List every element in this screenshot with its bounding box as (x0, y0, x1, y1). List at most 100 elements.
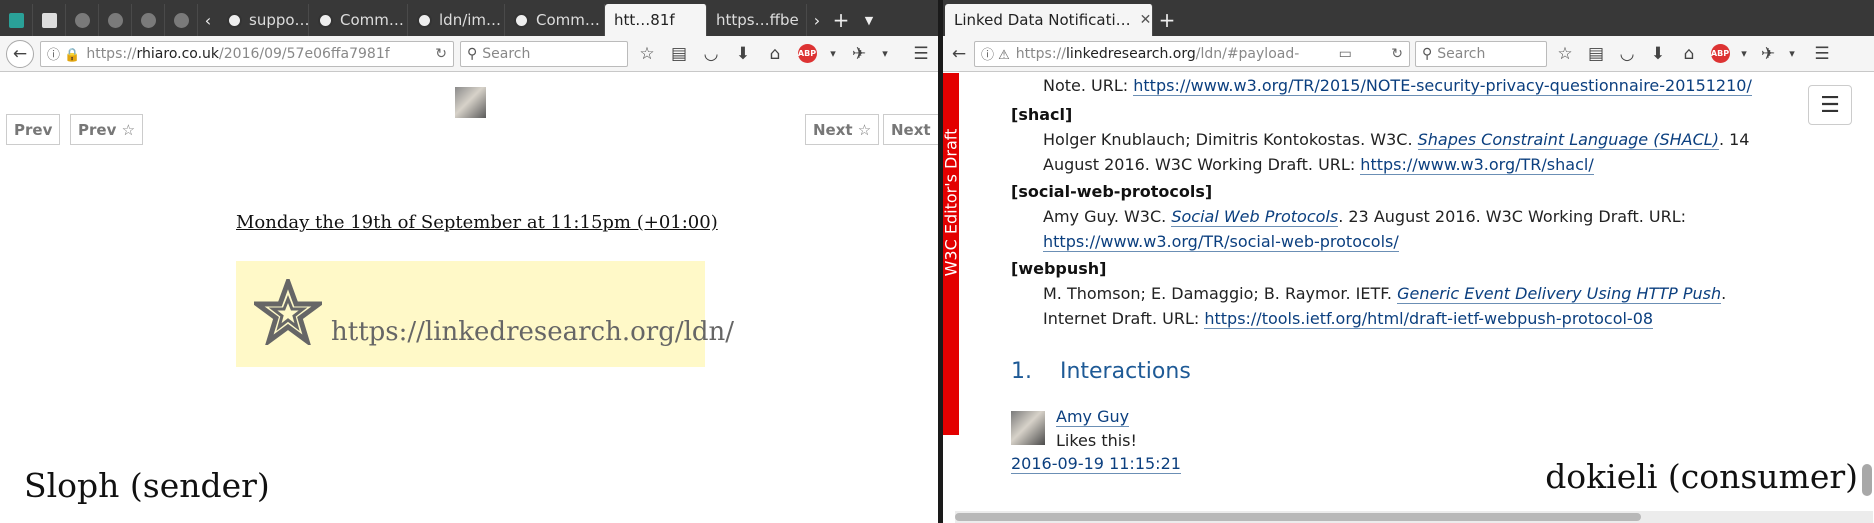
url-bar[interactable]: ⓘ 🔒 https://rhiaro.co.uk/2016/09/57e06ff… (40, 40, 454, 67)
info-warning-icon: ⓘ ⚠ (981, 48, 1010, 63)
chevron-down-icon[interactable]: ▾ (1786, 41, 1798, 67)
tab-label: htt…81f (614, 11, 675, 29)
horizontal-scrollbar[interactable] (955, 511, 1873, 523)
adblock-icon[interactable]: ABP (1707, 41, 1733, 67)
reading-list-icon[interactable]: ▤ (1583, 41, 1609, 67)
ref-body-shacl: Holger Knublauch; Dimitris Kontokostas. … (1011, 127, 1771, 177)
search-icon: ⚲ (1422, 45, 1433, 62)
search-placeholder: Search (482, 45, 531, 62)
tab-list-icon[interactable]: ▼ (855, 4, 883, 36)
tab-strip: Linked Data Notificati… ✕ + (943, 0, 1874, 36)
tab-pinned-4[interactable] (99, 4, 132, 36)
ref-title-link[interactable]: Generic Event Delivery Using HTTP Push (1397, 284, 1722, 304)
interaction-author-link[interactable]: Amy Guy (1056, 407, 1130, 427)
ref-title-link[interactable]: Shapes Constraint Language (SHACL) (1417, 130, 1719, 150)
bookmark-star-icon[interactable]: ☆ (634, 41, 660, 67)
liked-url-link[interactable]: https://linkedresearch.org/ldn/ (331, 317, 734, 347)
pocket-icon[interactable]: ◡ (1614, 41, 1640, 67)
tab-pinned-6[interactable] (165, 4, 198, 36)
adblock-icon[interactable]: ABP (794, 41, 820, 67)
back-arrow-icon[interactable]: ← (6, 39, 34, 68)
extension-icon[interactable]: ✈ (846, 41, 872, 67)
tab-label: suppo… (249, 11, 309, 29)
new-tab-icon[interactable]: + (827, 4, 855, 36)
firefox-icon (74, 12, 90, 28)
hamburger-menu-icon[interactable]: ☰ (908, 41, 934, 67)
home-icon[interactable]: ⌂ (762, 41, 788, 67)
tabs-scroll-left-icon[interactable]: ‹ (198, 4, 218, 36)
back-arrow-icon[interactable]: ← (949, 41, 969, 67)
document-menu-button[interactable]: ☰ (1808, 85, 1852, 125)
info-lock-icon: ⓘ 🔒 (47, 48, 81, 63)
firefox-icon (8, 12, 24, 28)
hamburger-menu-icon: ☰ (1820, 92, 1840, 118)
close-tab-icon[interactable]: ✕ (1140, 12, 1152, 28)
pocket-icon[interactable]: ◡ (698, 41, 724, 67)
tabs-scroll-right-icon[interactable]: › (807, 4, 827, 36)
next-star-button[interactable]: Next ☆ (805, 114, 880, 145)
ref-title-link[interactable]: Social Web Protocols (1171, 207, 1339, 227)
tab-label: Comm… (536, 11, 600, 29)
url-host: linkedresearch.org (1065, 45, 1196, 62)
chevron-down-icon[interactable]: ▾ (826, 41, 840, 67)
hamburger-menu-icon[interactable]: ☰ (1809, 41, 1835, 67)
ref-body-social-web-protocols: Amy Guy. W3C. Social Web Protocols. 23 A… (1011, 204, 1771, 254)
url-bar[interactable]: ⓘ ⚠ https://linkedresearch.org/ldn/#payl… (974, 40, 1410, 67)
avatar[interactable] (455, 87, 486, 118)
star-icon (254, 279, 322, 345)
tab-pinned-3[interactable] (66, 4, 99, 36)
ref-text: M. Thomson; E. Damaggio; B. Raymor. IETF… (1043, 284, 1398, 303)
firefox-icon (173, 12, 189, 28)
like-post-box: https://linkedresearch.org/ldn/ (236, 261, 734, 367)
home-icon[interactable]: ⌂ (1676, 41, 1702, 67)
tab-strip: ‹ suppo… Comm… ldn/im… Comm… htt…81f htt… (0, 0, 938, 36)
next-button[interactable]: Next (883, 114, 938, 145)
post-date-link[interactable]: Monday the 19th of September at 11:15pm … (236, 212, 718, 233)
page-content: Prev Prev ☆ Next ☆ Next Monday the 19th … (0, 73, 938, 523)
left-browser-window: ‹ suppo… Comm… ldn/im… Comm… htt…81f htt… (0, 0, 938, 523)
ref-key-webpush: [webpush] (1011, 259, 1107, 278)
prev-button[interactable]: Prev (6, 114, 61, 145)
ref-url-link[interactable]: https://www.w3.org/TR/social-web-protoco… (1043, 232, 1399, 252)
interaction-date-link[interactable]: 2016-09-19 11:15:21 (1011, 454, 1181, 474)
tab-github-4[interactable]: Comm… (505, 4, 605, 36)
chevron-down-icon[interactable]: ▾ (878, 41, 892, 67)
tab-pinned-2[interactable] (33, 4, 66, 36)
new-tab-icon[interactable]: + (1153, 4, 1181, 36)
tab-pinned-5[interactable] (132, 4, 165, 36)
consumer-caption: dokieli (consumer) (1545, 457, 1858, 496)
ref-url-link[interactable]: https://tools.ietf.org/html/draft-ietf-w… (1204, 309, 1654, 329)
search-input[interactable]: ⚲ Search (1415, 40, 1547, 67)
scrollbar-thumb[interactable] (955, 513, 1641, 521)
tab-next[interactable]: https…ffbe (707, 4, 807, 36)
prev-star-button[interactable]: Prev ☆ (70, 114, 144, 145)
reader-view-icon[interactable]: ▭ (1331, 46, 1352, 62)
bookmark-star-icon[interactable]: ☆ (1552, 41, 1578, 67)
ref-url-link[interactable]: https://www.w3.org/TR/2015/NOTE-security… (1133, 76, 1752, 96)
sender-caption: Sloph (sender) (24, 466, 270, 505)
reading-list-icon[interactable]: ▤ (666, 41, 692, 67)
reload-icon[interactable]: ↻ (1383, 46, 1403, 62)
ref-key-social-web-protocols: [social-web-protocols] (1011, 182, 1213, 201)
tab-pinned-1[interactable] (0, 4, 33, 36)
search-input[interactable]: ⚲ Search (460, 40, 628, 67)
extension-icon[interactable]: ✈ (1755, 41, 1781, 67)
vertical-scrollbar[interactable] (1862, 464, 1872, 496)
ref-url-link[interactable]: https://www.w3.org/TR/shacl/ (1360, 155, 1594, 175)
tab-active[interactable]: htt…81f (605, 4, 707, 36)
page-icon (41, 12, 57, 28)
download-icon[interactable]: ⬇ (730, 41, 756, 67)
search-icon: ⚲ (467, 45, 478, 62)
tab-github-3[interactable]: ldn/im… (408, 4, 505, 36)
github-icon (514, 12, 529, 28)
avatar[interactable] (1011, 411, 1045, 445)
reload-icon[interactable]: ↻ (427, 46, 447, 62)
tab-github-1[interactable]: suppo… (218, 4, 309, 36)
tab-active[interactable]: Linked Data Notificati… ✕ (945, 4, 1153, 36)
ref-text: Note. URL: (1043, 76, 1134, 95)
tab-label: ldn/im… (439, 11, 502, 29)
download-icon[interactable]: ⬇ (1645, 41, 1671, 67)
url-path: /ldn/#payload- (1195, 45, 1300, 62)
chevron-down-icon[interactable]: ▾ (1738, 41, 1750, 67)
tab-github-2[interactable]: Comm… (309, 4, 408, 36)
